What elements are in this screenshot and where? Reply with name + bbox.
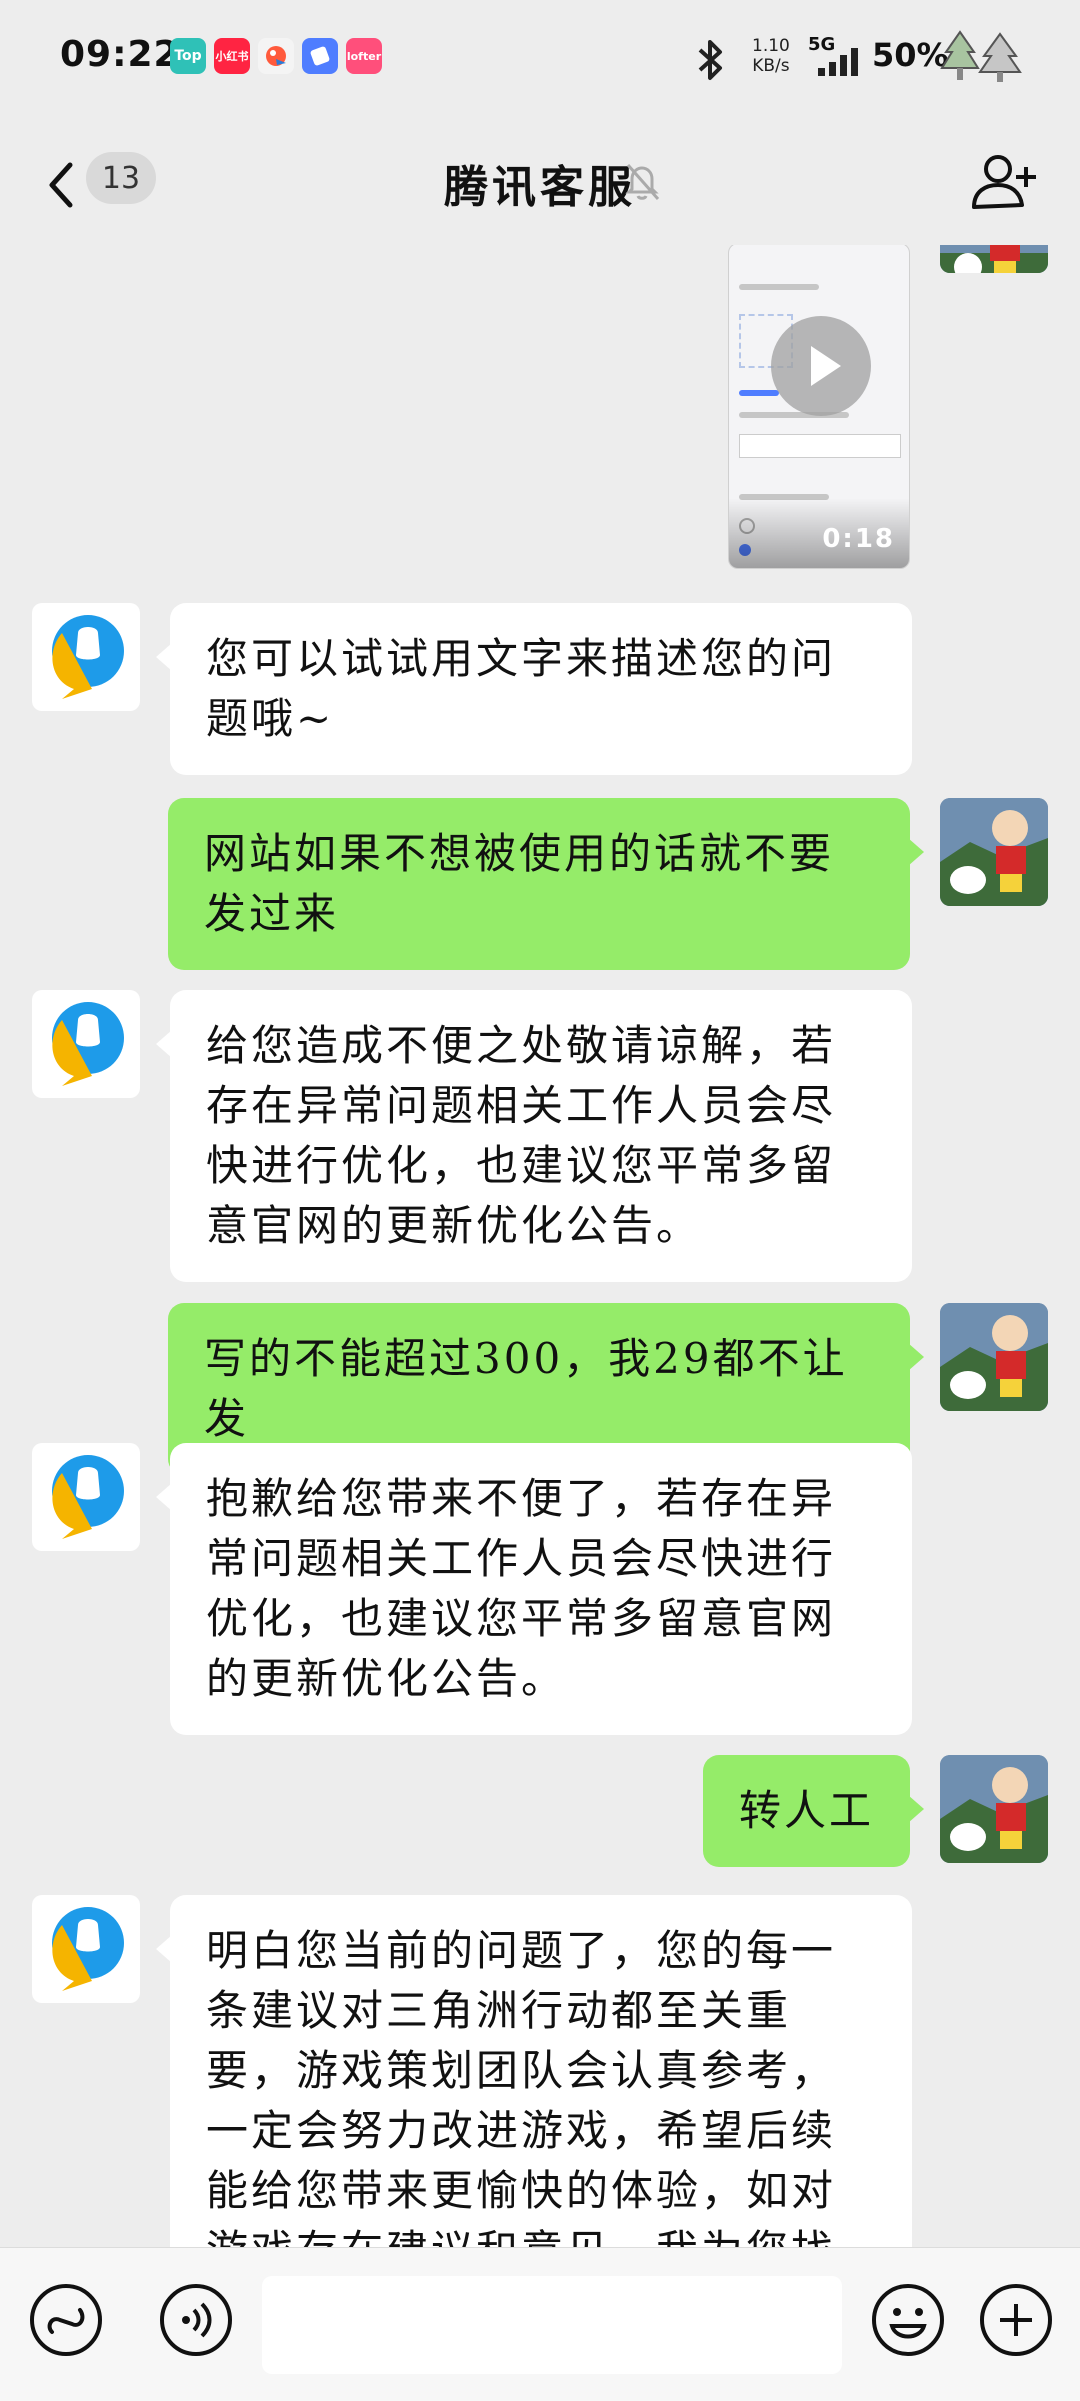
- message-bubble-cs[interactable]: 抱歉给您带来不便了，若存在异常问题相关工作人员会尽快进行优化，也建议您平常多留意…: [156, 1443, 912, 1735]
- my-avatar[interactable]: [940, 1303, 1048, 1411]
- qq-cs-logo-icon: [52, 615, 124, 699]
- network-speed-value: 1.10: [752, 36, 790, 56]
- message-bubble-cs[interactable]: 您可以试试用文字来描述您的问题哦~: [156, 603, 912, 775]
- video-duration: 0:18: [822, 524, 895, 554]
- lofter-app-icon: lofter: [346, 38, 382, 74]
- cs-avatar[interactable]: [32, 990, 140, 1098]
- status-bar: 09:22 Top 小红书 lofter 1.10 KB/s 5G 50%: [0, 0, 1080, 115]
- add-friend-icon[interactable]: [970, 151, 1040, 211]
- message-list[interactable]: 0:18 您可以试试用文字来描述您的问题哦~ 网站如果不想被使用的话就不要发过来: [0, 245, 1080, 2247]
- network-speed: 1.10 KB/s: [752, 36, 790, 76]
- message-bubble-cs[interactable]: 明白您当前的问题了，您的每一条建议对三角洲行动都至关重要，游戏策划团队会认真参考…: [156, 1895, 912, 2247]
- bluetooth-icon: [698, 40, 722, 80]
- message-bubble-me[interactable]: 转人工: [702, 1755, 925, 1867]
- chat-header: 13 腾讯客服: [0, 115, 1080, 245]
- play-icon[interactable]: [771, 316, 871, 416]
- battery-level: 50%: [872, 36, 949, 74]
- voice-icon[interactable]: [156, 2280, 236, 2360]
- cs-avatar[interactable]: [32, 1443, 140, 1551]
- my-avatar[interactable]: [940, 1755, 1048, 1863]
- message-bubble-cs[interactable]: 给您造成不便之处敬请谅解，若存在异常问题相关工作人员会尽快进行优化，也建议您平常…: [156, 990, 912, 1282]
- signal-icon: [818, 48, 858, 76]
- status-time: 09:22: [60, 34, 180, 75]
- message-bubble-me[interactable]: 网站如果不想被使用的话就不要发过来: [168, 798, 924, 970]
- video-message[interactable]: 0:18: [728, 245, 910, 569]
- qq-cs-logo-icon: [52, 1907, 124, 1991]
- qq-cs-logo-icon: [52, 1002, 124, 1086]
- input-bar: [0, 2247, 1080, 2401]
- cs-avatar[interactable]: [32, 603, 140, 711]
- plus-icon[interactable]: [976, 2280, 1056, 2360]
- mute-bell-icon: [625, 164, 660, 200]
- chat-title: 腾讯客服: [444, 162, 636, 213]
- top-app-icon: Top: [170, 38, 206, 74]
- message-input[interactable]: [262, 2276, 842, 2374]
- notes-app-icon: [302, 38, 338, 74]
- qq-cs-logo-icon: [52, 1455, 124, 1539]
- video-message-row: 0:18: [0, 245, 1080, 573]
- cs-avatar[interactable]: [32, 1895, 140, 2003]
- my-avatar[interactable]: [940, 245, 1048, 273]
- mini-program-icon[interactable]: [26, 2280, 106, 2360]
- network-speed-unit: KB/s: [752, 56, 790, 76]
- battery-tree-icon: [940, 30, 1022, 82]
- bird-app-icon: [258, 38, 294, 74]
- my-avatar[interactable]: [940, 798, 1048, 906]
- emoji-icon[interactable]: [868, 2280, 948, 2360]
- xiaohongshu-app-icon: 小红书: [214, 38, 250, 74]
